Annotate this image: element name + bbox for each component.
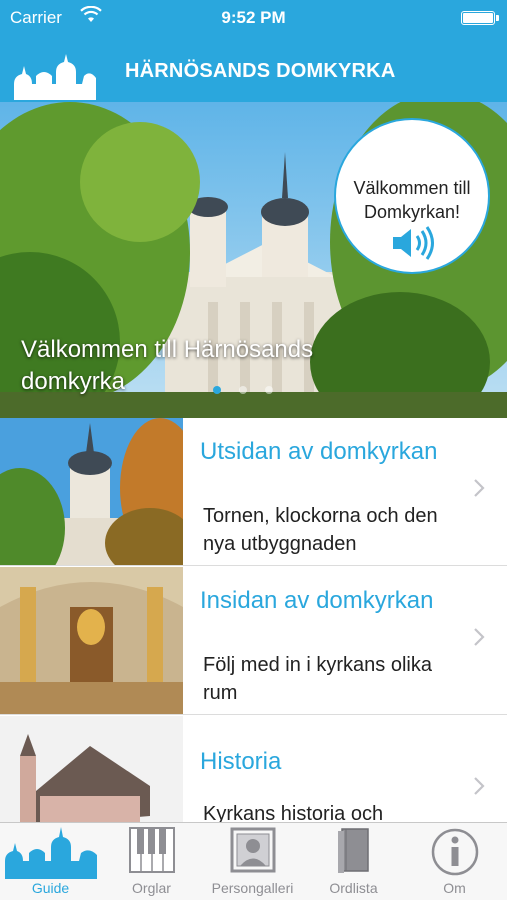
chevron-right-icon <box>473 627 485 652</box>
chevron-right-icon <box>473 776 485 801</box>
tab-orglar[interactable]: Orglar <box>101 823 202 901</box>
tab-label: Persongalleri <box>211 880 294 896</box>
book-icon <box>337 828 369 873</box>
info-icon <box>431 828 478 876</box>
piano-keys-icon <box>128 827 175 873</box>
hero-caption: Välkommen till Härnösands domkyrka <box>21 336 314 395</box>
tab-persongalleri[interactable]: Persongalleri <box>202 823 303 901</box>
speaker-icon <box>391 226 437 265</box>
portrait-icon <box>230 827 275 873</box>
tab-guide[interactable]: Guide <box>0 823 101 901</box>
chevron-right-icon <box>473 478 485 503</box>
status-bar: Carrier 9:52 PM <box>0 0 507 36</box>
clock: 9:52 PM <box>221 8 286 27</box>
list-item-inside[interactable]: Insidan av domkyrkan Följ med in i kyrka… <box>0 567 507 715</box>
bubble-text: Välkommen till Domkyrkan! <box>353 178 471 222</box>
tab-label: Guide <box>31 880 70 896</box>
tab-ordlista[interactable]: Ordlista <box>303 823 404 901</box>
list-item-outside[interactable]: Utsidan av domkyrkan Tornen, klockorna o… <box>0 418 507 566</box>
page-title: HÄRNÖSANDS DOMKYRKA <box>125 60 396 82</box>
welcome-audio-button[interactable]: Välkommen till Domkyrkan! <box>334 118 490 274</box>
page-dot-active[interactable] <box>213 386 221 394</box>
tab-label: Om <box>443 880 466 896</box>
list-item-title: Utsidan av domkyrkan <box>200 438 438 465</box>
cathedral-icon <box>4 827 97 879</box>
list-item-subtitle: Följ med in i kyrkans olika rum <box>203 654 432 704</box>
cathedral-icon <box>12 54 98 105</box>
outside-thumbnail <box>0 418 183 565</box>
page-dot[interactable] <box>239 386 247 394</box>
battery-icon <box>461 11 499 25</box>
tab-label: Orglar <box>132 880 171 896</box>
list-item-title: Insidan av domkyrkan <box>200 587 434 614</box>
app-header: HÄRNÖSANDS DOMKYRKA <box>0 36 507 102</box>
page-dot[interactable] <box>265 386 273 394</box>
page-indicator[interactable] <box>213 381 291 399</box>
inside-thumbnail <box>0 567 183 714</box>
tab-label: Ordlista <box>329 880 378 896</box>
list-item-title: Historia <box>200 748 282 775</box>
tab-om[interactable]: Om <box>404 823 505 901</box>
list-item-subtitle: Tornen, klockorna och den nya utbyggnade… <box>203 505 438 555</box>
tab-bar: Guide Orglar Persongalleri Ordlista Om <box>0 822 507 900</box>
